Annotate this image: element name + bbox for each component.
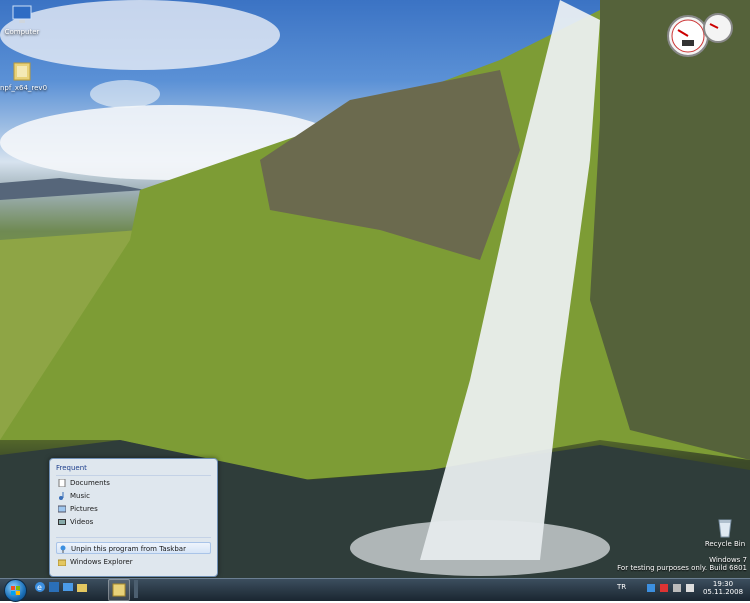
desktop-icon-label: Computer (4, 28, 40, 36)
recycle-bin-icon (714, 516, 736, 538)
jump-list-item-music[interactable]: Music (56, 490, 211, 502)
distant-mountains (0, 178, 145, 200)
tray-flag-icon[interactable] (660, 584, 668, 592)
desktop-icon-recycle-bin[interactable]: Recycle Bin (703, 516, 747, 548)
tray-volume-icon[interactable] (686, 584, 694, 592)
desktop-icon-label: Recycle Bin (704, 540, 746, 548)
unpin-icon (59, 545, 67, 553)
language-indicator[interactable]: TR (617, 583, 626, 591)
jump-list-item-label: Videos (70, 518, 94, 526)
start-button[interactable] (4, 579, 27, 602)
watermark-line-1: Windows 7 (709, 556, 747, 564)
windows-logo-icon (11, 586, 20, 595)
jump-list-item-videos[interactable]: Videos (56, 516, 211, 528)
jump-list-item-documents[interactable]: Documents (56, 477, 211, 489)
jump-list-task-unpin[interactable]: Unpin this program from Taskbar (56, 542, 211, 554)
jump-list-item-label: Pictures (70, 505, 98, 513)
tray-clock[interactable]: 19:30 05.11.2008 (702, 580, 744, 596)
jump-list-header-frequent: Frequent (56, 464, 87, 472)
jump-list-task-label: Windows Explorer (70, 558, 133, 566)
jump-list-divider (56, 475, 211, 476)
jump-list-item-label: Music (70, 492, 90, 500)
jump-list-task-explorer[interactable]: Windows Explorer (56, 556, 211, 568)
taskbar-gripper[interactable] (134, 580, 138, 598)
taskbar-explorer-button[interactable] (108, 579, 130, 601)
desktop-icon-computer[interactable]: Computer (0, 4, 44, 36)
music-icon (58, 492, 66, 500)
explorer-folder-icon (112, 583, 126, 597)
clock-date: 05.11.2008 (702, 588, 744, 596)
tray-network-icon[interactable] (673, 584, 681, 592)
explorer-icon (57, 558, 67, 567)
quick-launch-desktop-icon[interactable] (62, 581, 74, 593)
jump-list-item-pictures[interactable]: Pictures (56, 503, 211, 515)
desktop-icon-folder[interactable]: npf_x64_rev0 (0, 60, 48, 92)
videos-icon (58, 518, 66, 526)
watermark-line-2: For testing purposes only. Build 6801 (617, 564, 747, 572)
jump-list-divider (56, 537, 211, 538)
svg-text:e: e (37, 583, 42, 592)
tray-action-center-icon[interactable] (647, 584, 655, 592)
quick-launch-ie-icon[interactable]: e (34, 581, 46, 593)
build-watermark: Windows 7 For testing purposes only. Bui… (540, 556, 747, 572)
pictures-icon (57, 505, 67, 513)
quick-launch-folder-icon[interactable] (76, 581, 88, 593)
quick-launch-media-icon[interactable] (48, 581, 60, 593)
folder-icon (11, 60, 33, 82)
computer-icon (11, 4, 33, 26)
document-icon (58, 478, 66, 488)
clock-time: 19:30 (712, 580, 734, 588)
taskbar-jump-list: Frequent Documents Music Pictures Videos… (49, 458, 218, 577)
jump-list-task-label: Unpin this program from Taskbar (71, 545, 186, 553)
cpu-meter-gadget[interactable] (664, 10, 736, 58)
desktop-icon-label: npf_x64_rev0 (0, 84, 48, 92)
jump-list-item-label: Documents (70, 479, 110, 487)
